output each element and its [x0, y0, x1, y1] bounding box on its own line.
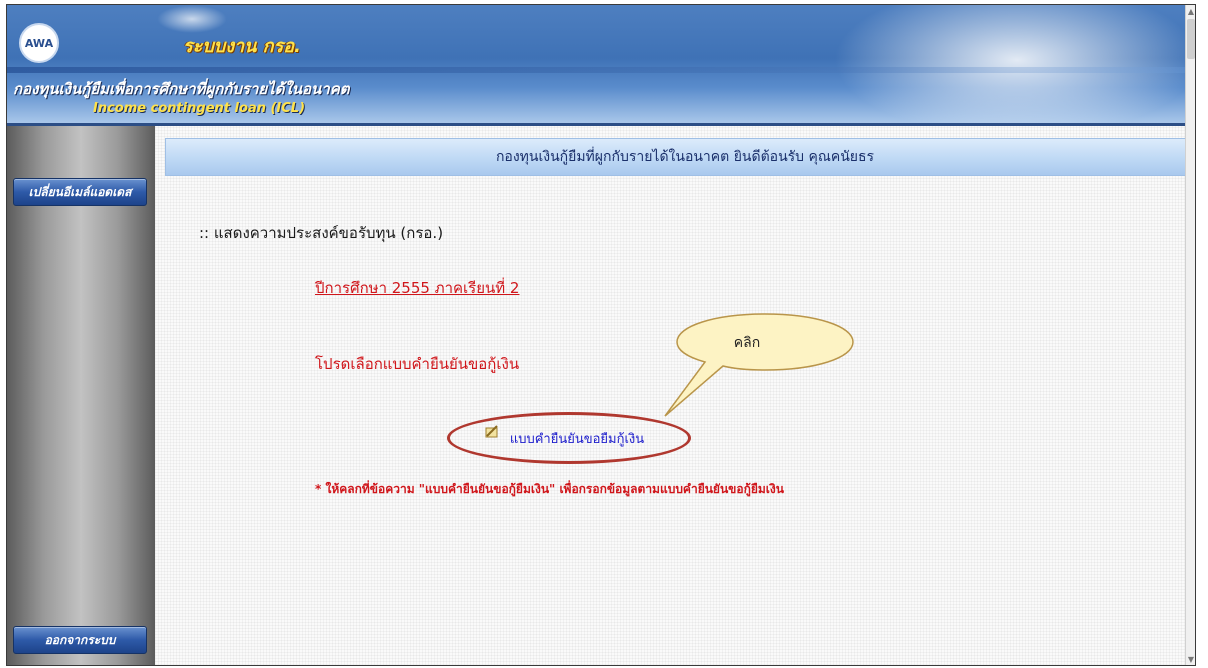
pencil-paper-icon — [485, 425, 498, 438]
org-name-english: Income contingent loan (ICL) — [93, 101, 306, 116]
logout-button[interactable]: ออกจากระบบ — [13, 626, 147, 654]
banner-decoration — [157, 5, 227, 33]
welcome-bar: กองทุนเงินกู้ยืมที่ผูกกับรายได้ในอนาคต ย… — [165, 138, 1195, 176]
choose-form-text: โปรดเลือกแบบคำยืนยันขอกู้เงิน — [315, 355, 520, 373]
form-link-highlight: แบบคำยืนยันขอยืมกู้เงิน — [447, 412, 691, 464]
system-name: ระบบงาน กรอ. — [183, 36, 301, 57]
scroll-down-arrow-icon[interactable]: ▼ — [1186, 653, 1195, 665]
scroll-up-arrow-icon[interactable]: ▲ — [1186, 5, 1195, 17]
scroll-thumb[interactable] — [1187, 19, 1195, 59]
change-email-button[interactable]: เปลี่ยนอีเมล์แอดเดส — [13, 178, 147, 206]
main-content: กองทุนเงินกู้ยืมที่ผูกกับรายได้ในอนาคต ย… — [155, 123, 1195, 665]
org-name-thai: กองทุนเงินกู้ยืมเพื่อการศึกษาที่ผูกกับรา… — [13, 80, 350, 98]
browser-frame: AWA ระบบงาน กรอ. กองทุนเงินกู้ยืมเพื่อกา… — [6, 4, 1196, 666]
vertical-scrollbar[interactable]: ▲ ▼ — [1185, 5, 1195, 665]
org-logo: AWA — [19, 23, 59, 63]
banner-stripe — [7, 67, 1195, 73]
sidebar: เปลี่ยนอีเมล์แอดเดส ออกจากระบบ — [7, 123, 155, 665]
header-banner: AWA ระบบงาน กรอ. กองทุนเงินกู้ยืมเพื่อกา… — [7, 5, 1195, 123]
callout-text: คลิก — [733, 335, 761, 351]
academic-year-link[interactable]: ปีการศึกษา 2555 ภาคเรียนที่ 2 — [315, 276, 519, 300]
section-title: :: แสดงความประสงค์ขอรับทุน (กรอ.) — [199, 224, 444, 242]
loan-confirmation-form-link[interactable]: แบบคำยืนยันขอยืมกู้เงิน — [510, 428, 644, 449]
instruction-hint: * ให้คลกที่ข้อความ "แบบคำยืนยันขอกู้ยืมเ… — [315, 482, 784, 496]
